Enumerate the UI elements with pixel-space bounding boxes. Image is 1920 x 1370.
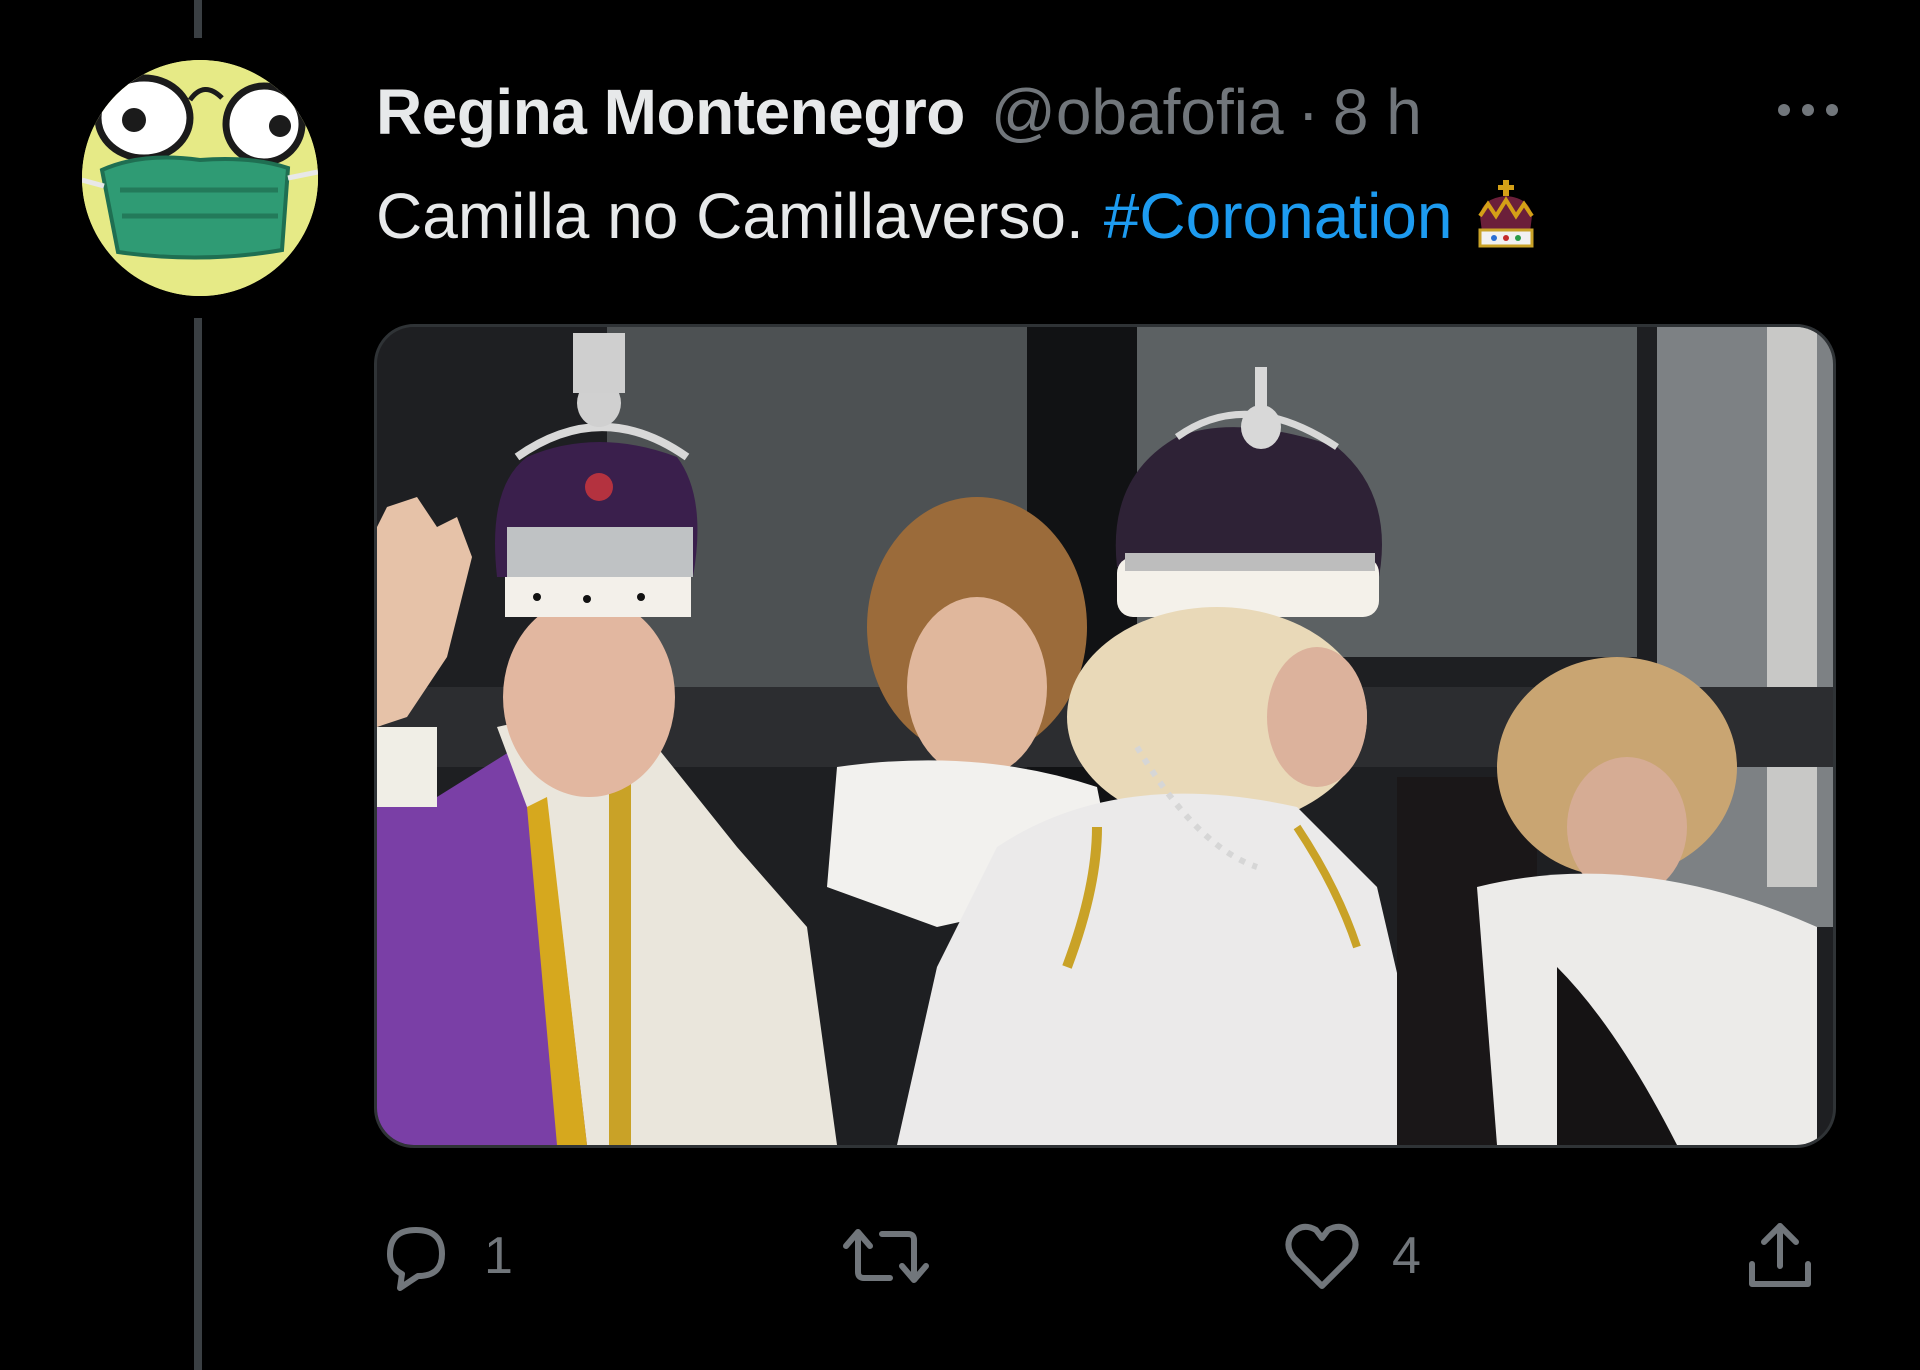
- more-options-button[interactable]: [1760, 90, 1856, 130]
- more-dot-icon: [1802, 104, 1814, 116]
- coronation-balcony-photo-icon: [377, 327, 1833, 1145]
- share-button[interactable]: [1740, 1216, 1820, 1296]
- tweet-text: Camilla no Camillaverso. #Coronation: [376, 176, 1538, 256]
- crown-emoji-icon: [1474, 176, 1538, 256]
- like-count: 4: [1392, 1227, 1421, 1285]
- author-handle[interactable]: @obafofia: [991, 75, 1284, 149]
- retweet-button[interactable]: [838, 1216, 962, 1296]
- header-separator: ·: [1297, 76, 1319, 148]
- thread-connector-top: [194, 0, 202, 38]
- thread-connector-bottom: [194, 318, 202, 1370]
- tweet-media-photo[interactable]: [374, 324, 1836, 1148]
- reply-count: 1: [484, 1227, 513, 1285]
- more-dot-icon: [1778, 104, 1790, 116]
- share-upload-icon: [1749, 1223, 1811, 1287]
- tweet-header: Regina Montenegro @obafofia · 8 h: [376, 72, 1422, 152]
- tweet-action-bar: 1 4: [376, 1216, 1836, 1296]
- reply-button[interactable]: 1: [376, 1216, 513, 1296]
- avatar[interactable]: [82, 60, 318, 296]
- more-dot-icon: [1826, 104, 1838, 116]
- heart-icon: [1285, 1223, 1359, 1289]
- like-button[interactable]: 4: [1280, 1216, 1421, 1296]
- tweet-body-text: Camilla no Camillaverso.: [376, 180, 1084, 252]
- hashtag-link[interactable]: #Coronation: [1104, 179, 1453, 253]
- reply-bubble-icon: [387, 1227, 445, 1291]
- cartoon-face-with-mask-avatar-icon: [82, 60, 318, 296]
- retweet-icon: [843, 1229, 929, 1283]
- author-display-name[interactable]: Regina Montenegro: [376, 75, 965, 149]
- tweet-timestamp[interactable]: 8 h: [1333, 75, 1422, 149]
